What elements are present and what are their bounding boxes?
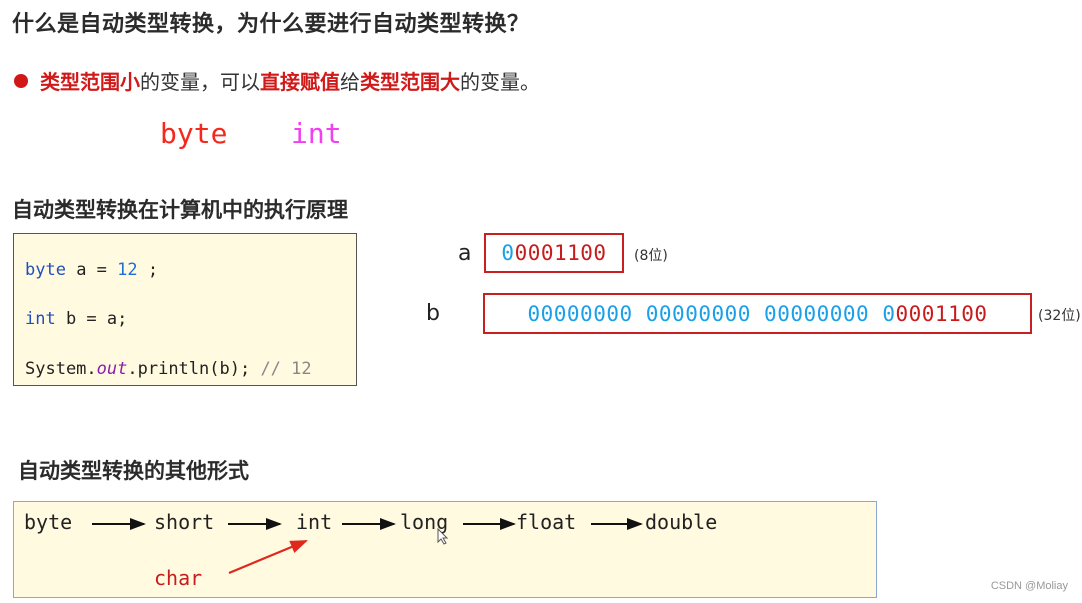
var-b-bits: 00000000 00000000 00000000 0 0001100 (483, 293, 1032, 334)
padding-bits: 00000000 00000000 00000000 0 (527, 301, 896, 326)
bullet-dot-icon (14, 73, 28, 88)
bullet-statement: 类型范围小 的变量，可以 直接赋值 给 类型范围大 的变量。 (14, 66, 540, 95)
code-keyword: int (25, 309, 56, 329)
highlight-large-range: 类型范围大 (360, 70, 460, 94)
code-keyword: byte (25, 260, 66, 280)
highlight-direct-assign: 直接赋值 (260, 70, 340, 94)
code-text: .println(b); (127, 359, 261, 379)
code-field: out (96, 359, 128, 379)
var-a-size-note: (8位) (634, 248, 668, 264)
main-heading: 什么是自动类型转换，为什么要进行自动类型转换？ (12, 12, 530, 37)
bullet-text: 的变量，可以 (140, 70, 260, 94)
char-to-int-arrow-icon (228, 539, 309, 575)
mouse-cursor-icon (437, 528, 449, 545)
var-b-label: b (426, 301, 440, 326)
value-bits: 0001100 (895, 301, 988, 326)
bullet-text: 给 (340, 70, 360, 94)
watermark: CSDN @Moliay (990, 580, 1068, 592)
bullet-text: 的变量。 (460, 70, 540, 94)
value-bits: 0001100 (514, 241, 607, 265)
code-line-1: byte a = 12 ; (25, 260, 158, 280)
var-a-label: a (458, 241, 472, 266)
example-byte: byte (160, 117, 228, 150)
code-line-3: System.out.println(b); // 12 (25, 359, 312, 379)
code-text: ; (137, 260, 159, 280)
example-int: int (291, 117, 342, 150)
code-text: a = (65, 260, 118, 280)
var-a-bits: 0 0001100 (484, 233, 624, 273)
code-comment: // 12 (260, 359, 312, 379)
var-b-size-note: (32位) (1038, 308, 1081, 324)
forms-heading: 自动类型转换的其他形式 (18, 459, 249, 483)
leading-bit: 0 (501, 241, 515, 265)
conversion-flow: byte short int long float double char (13, 501, 877, 598)
principle-heading: 自动类型转换在计算机中的执行原理 (12, 198, 348, 222)
highlight-small-range: 类型范围小 (40, 70, 140, 94)
code-number: 12 (117, 260, 138, 280)
code-block: byte a = 12 ; int b = a; System.out.prin… (13, 233, 357, 386)
code-text: b = a; (55, 309, 128, 329)
code-line-2: int b = a; (25, 309, 127, 329)
code-text: System. (25, 359, 97, 379)
flow-arrows (92, 518, 643, 575)
